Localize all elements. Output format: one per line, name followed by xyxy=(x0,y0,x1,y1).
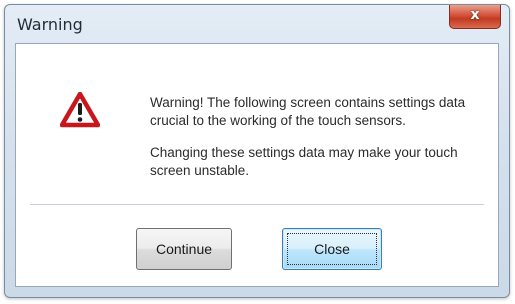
warning-text: Warning! The following screen contains s… xyxy=(150,95,466,128)
window-close-button[interactable]: x xyxy=(449,5,501,29)
window-title: Warning xyxy=(17,15,83,34)
continue-button-label: Continue xyxy=(155,241,213,257)
instability-text: Changing these settings data may make yo… xyxy=(150,145,458,178)
close-button-label: Close xyxy=(314,241,350,257)
warning-triangle-icon xyxy=(60,92,100,128)
close-icon: x xyxy=(470,7,480,23)
divider xyxy=(30,204,484,205)
dialog-content: Warning! The following screen contains s… xyxy=(15,43,499,287)
title-bar[interactable]: Warning x xyxy=(5,5,509,43)
warning-message: Warning! The following screen contains s… xyxy=(150,94,490,194)
warning-dialog: Warning x Warning! The following screen … xyxy=(4,4,510,298)
continue-button[interactable]: Continue xyxy=(136,228,232,270)
close-button[interactable]: Close xyxy=(282,228,382,270)
